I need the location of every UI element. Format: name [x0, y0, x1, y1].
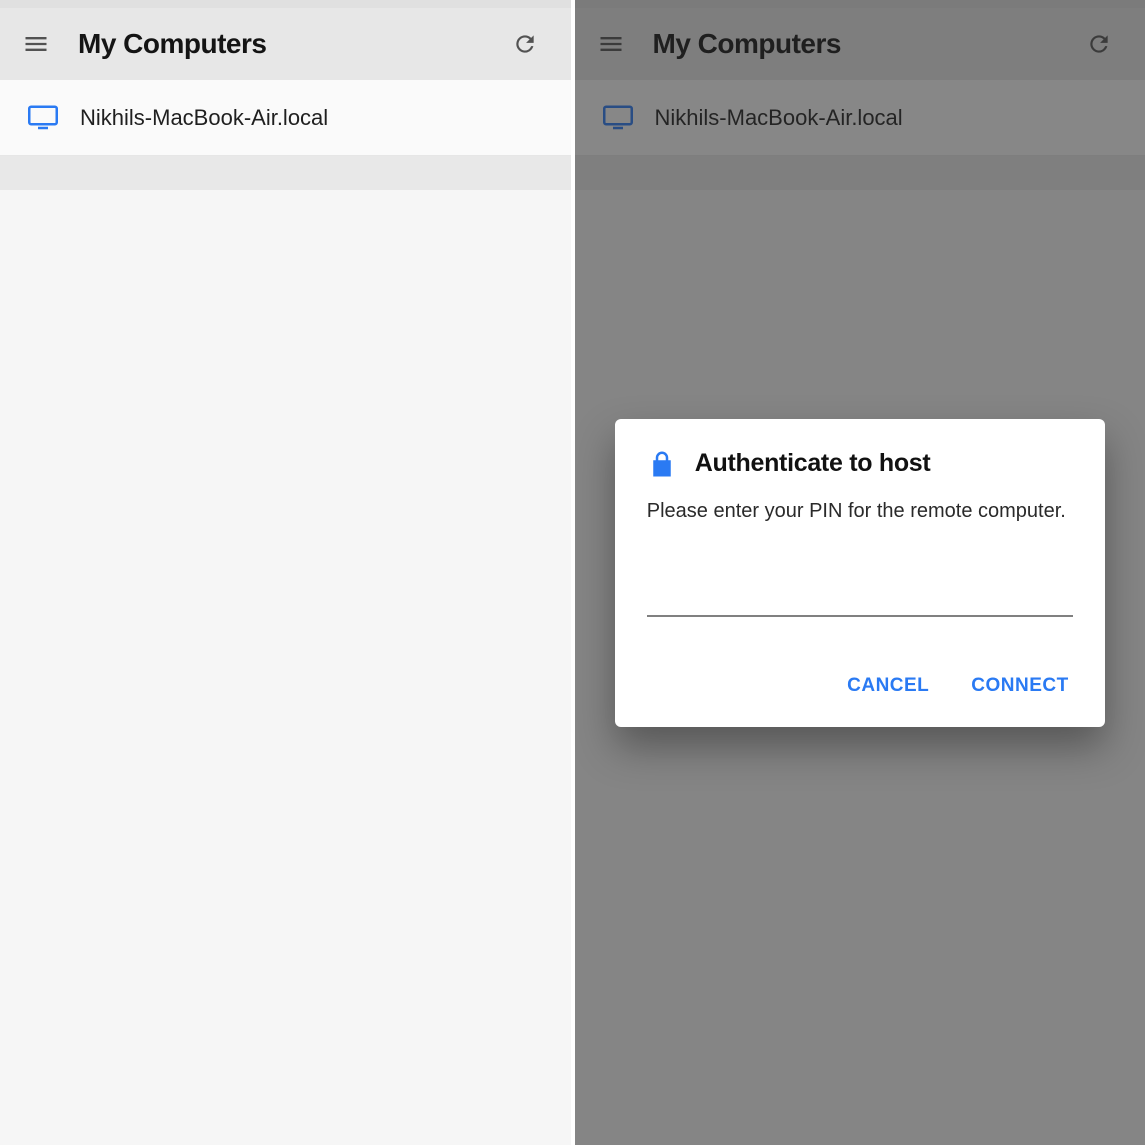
- computer-name: Nikhils-MacBook-Air.local: [80, 105, 328, 131]
- connect-button[interactable]: CONNECT: [967, 669, 1072, 703]
- monitor-icon: [28, 105, 58, 131]
- bottom-bar: [0, 156, 571, 190]
- status-bar-placeholder: [0, 0, 571, 8]
- dialog-actions: CANCEL CONNECT: [647, 669, 1073, 709]
- screen-computer-list: My Computers Nikhils-MacBook-Air.local: [0, 0, 573, 1145]
- app-toolbar: My Computers: [0, 8, 571, 80]
- refresh-button[interactable]: [503, 8, 547, 80]
- menu-button[interactable]: [14, 8, 58, 80]
- screen-authenticate: My Computers Nikhils-MacBook-Air.local: [573, 0, 1145, 1145]
- computer-list: Nikhils-MacBook-Air.local: [0, 80, 571, 156]
- lock-icon: [647, 449, 677, 479]
- page-title: My Computers: [78, 28, 266, 60]
- dialog-title: Authenticate to host: [695, 449, 931, 478]
- dialog-message: Please enter your PIN for the remote com…: [647, 497, 1073, 525]
- hamburger-icon: [22, 30, 50, 58]
- authenticate-dialog: Authenticate to host Please enter your P…: [615, 419, 1105, 727]
- computer-row[interactable]: Nikhils-MacBook-Air.local: [0, 80, 571, 156]
- refresh-icon: [512, 31, 538, 57]
- pin-input[interactable]: [647, 573, 1073, 617]
- computer-icon: [24, 105, 62, 131]
- cancel-button[interactable]: CANCEL: [843, 669, 933, 703]
